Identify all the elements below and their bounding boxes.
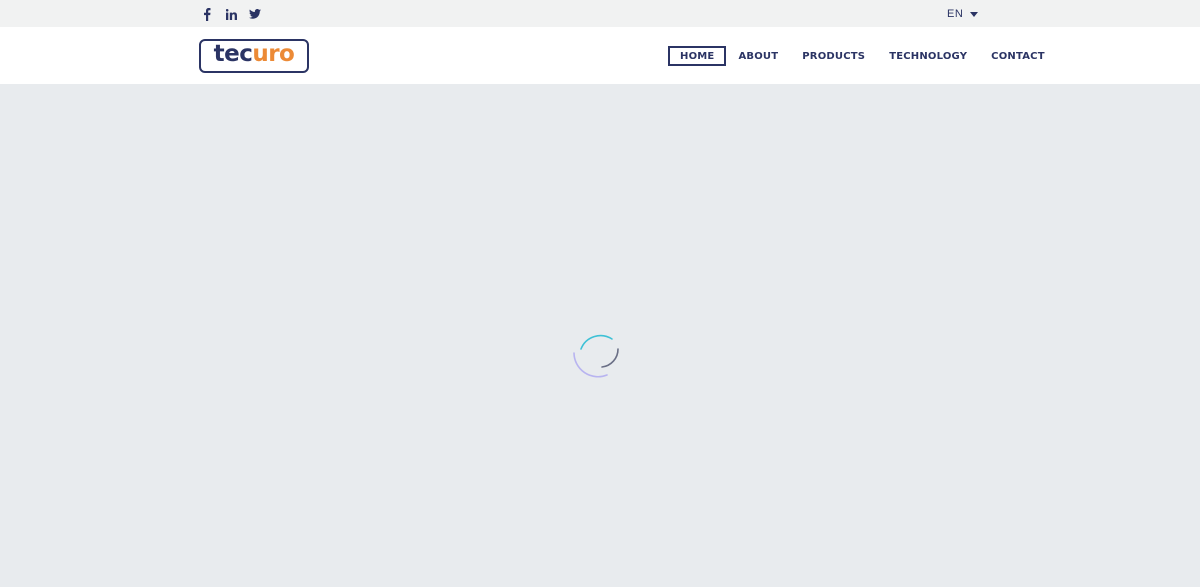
- nav-item-home[interactable]: HOME: [668, 46, 727, 66]
- social-links: [200, 6, 272, 22]
- loading-spinner-icon: [572, 325, 622, 381]
- facebook-icon[interactable]: [200, 6, 214, 22]
- nav-item-technology[interactable]: TECHNOLOGY: [877, 46, 979, 66]
- logo-text-uro: uro: [252, 41, 295, 67]
- nav-item-contact[interactable]: CONTACT: [979, 46, 1057, 66]
- main-nav: HOME ABOUT PRODUCTS TECHNOLOGY CONTACT: [668, 46, 1057, 66]
- main-content: [0, 84, 1200, 587]
- linkedin-icon[interactable]: [224, 6, 238, 22]
- logo-text-tec: tec: [213, 41, 253, 67]
- chevron-down-icon: [970, 11, 979, 17]
- nav-item-about[interactable]: ABOUT: [726, 46, 790, 66]
- nav-item-products[interactable]: PRODUCTS: [790, 46, 877, 66]
- twitter-icon[interactable]: [248, 6, 262, 22]
- language-selector[interactable]: EN: [947, 7, 979, 21]
- language-label: EN: [947, 8, 964, 20]
- logo[interactable]: tec uro: [199, 39, 309, 73]
- top-bar: EN: [0, 0, 1200, 27]
- site-header: tec uro HOME ABOUT PRODUCTS TECHNOLOGY CO…: [0, 27, 1200, 84]
